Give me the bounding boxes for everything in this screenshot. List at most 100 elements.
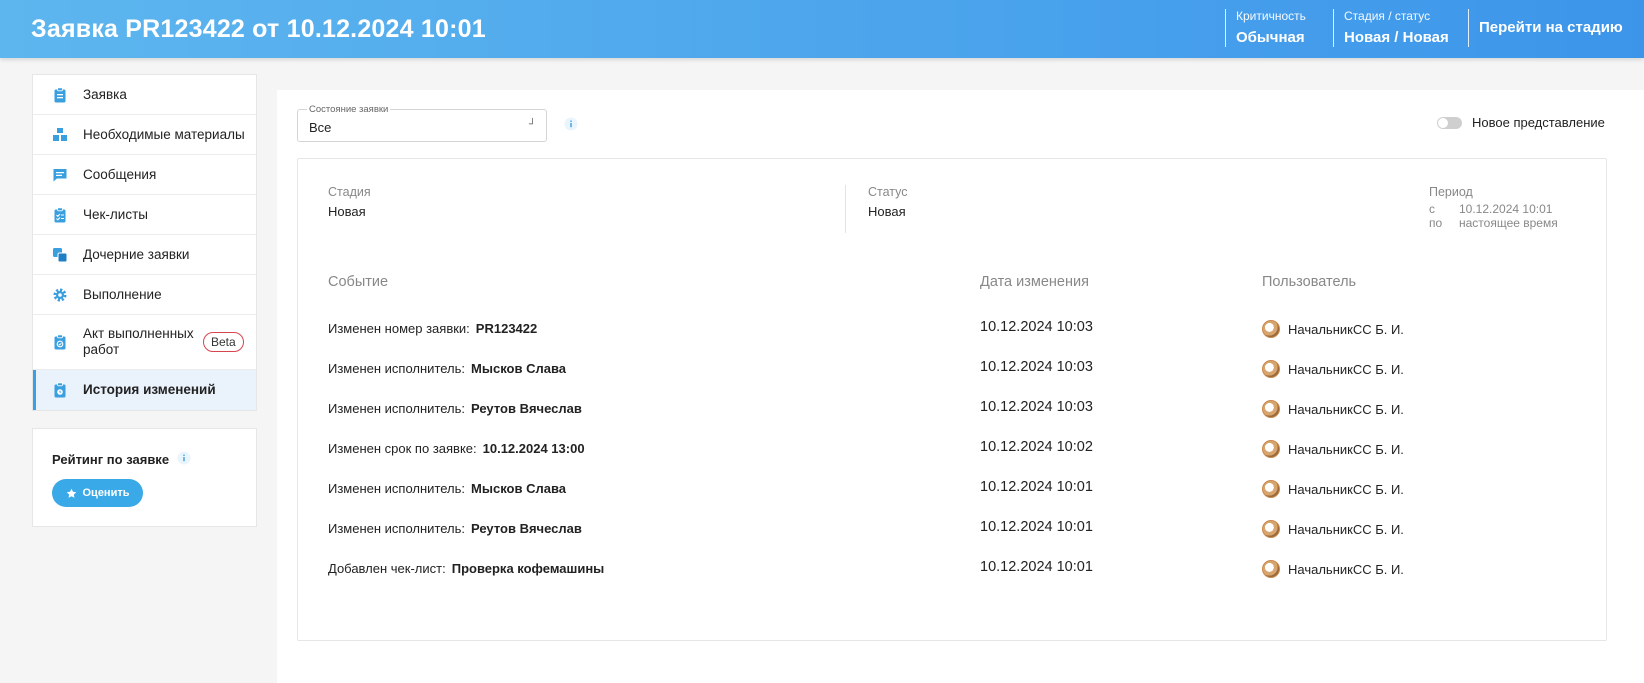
- avatar: [1262, 400, 1280, 418]
- table-row: Изменен номер заявки: PR123422 10.12.2024…: [298, 319, 1606, 361]
- page-title: Заявка PR123422 от 10.12.2024 10:01: [31, 15, 486, 43]
- gear-icon: [53, 288, 67, 301]
- user-cell: НачальникСС Б. И.: [1262, 560, 1404, 578]
- rate-button-label: Оценить: [82, 487, 130, 499]
- date-cell: 10.12.2024 10:03: [980, 359, 1093, 375]
- user-cell: НачальникСС Б. И.: [1262, 440, 1404, 458]
- checklist-icon: [54, 206, 66, 222]
- goto-stage-button[interactable]: Перейти на стадию: [1468, 9, 1623, 47]
- main-content: Состояние заявки Все ┘ Новое представлен…: [277, 90, 1644, 683]
- stage-label: Стадия: [328, 185, 371, 199]
- event-cell: Изменен срок по заявке: 10.12.2024 13:00: [328, 441, 585, 456]
- request-state-label: Состояние заявки: [307, 104, 391, 115]
- sidebar-item-child-requests[interactable]: Дочерние заявки: [33, 235, 256, 275]
- sidebar-item-history[interactable]: История изменений: [33, 370, 256, 410]
- stage-status-block: Стадия / статус Новая / Новая: [1333, 9, 1449, 47]
- date-cell: 10.12.2024 10:01: [980, 479, 1093, 495]
- sidebar-item-label: Заявка: [83, 86, 127, 102]
- request-state-select[interactable]: Состояние заявки Все ┘: [297, 104, 547, 142]
- user-cell: НачальникСС Б. И.: [1262, 400, 1404, 418]
- child-requests-icon: [53, 247, 68, 262]
- sidebar-item-request[interactable]: Заявка: [33, 75, 256, 115]
- sidebar-item-act[interactable]: Акт выполненных работ Beta: [33, 315, 256, 370]
- stage-info: Стадия Новая: [328, 185, 371, 219]
- table-row: Изменен срок по заявке: 10.12.2024 13:00 …: [298, 439, 1606, 481]
- toggle-switch[interactable]: [1437, 116, 1462, 129]
- column-header-event: Событие: [328, 274, 389, 290]
- date-cell: 10.12.2024 10:01: [980, 559, 1093, 575]
- event-cell: Изменен исполнитель: Мысков Слава: [328, 481, 566, 496]
- sidebar-item-label: Чек-листы: [83, 206, 148, 222]
- event-cell: Изменен исполнитель: Реутов Вячеслав: [328, 521, 582, 536]
- stage-status-label: Стадия / статус: [1344, 9, 1431, 23]
- avatar: [1262, 520, 1280, 538]
- avatar: [1262, 560, 1280, 578]
- sidebar-item-materials[interactable]: Необходимые материалы: [33, 115, 256, 155]
- history-icon: [54, 382, 66, 398]
- avatar: [1262, 440, 1280, 458]
- user-cell: НачальникСС Б. И.: [1262, 360, 1404, 378]
- avatar: [1262, 360, 1280, 378]
- criticality-label: Критичность: [1236, 9, 1306, 23]
- sidebar-item-checklists[interactable]: Чек-листы: [33, 195, 256, 235]
- table-row: Изменен исполнитель: Реутов Вячеслав 10.1…: [298, 519, 1606, 561]
- history-card: Стадия Новая Статус Новая Период с 10.12…: [297, 158, 1607, 641]
- beta-badge: Beta: [203, 332, 244, 352]
- date-cell: 10.12.2024 10:03: [980, 399, 1093, 415]
- sidebar-item-label: История изменений: [83, 382, 216, 397]
- table-row: Изменен исполнитель: Реутов Вячеслав 10.1…: [298, 399, 1606, 441]
- event-cell: Добавлен чек-лист: Проверка кофемашины: [328, 561, 605, 576]
- divider: [845, 185, 846, 233]
- date-cell: 10.12.2024 10:02: [980, 439, 1093, 455]
- sidebar-item-label: Сообщения: [83, 166, 157, 182]
- boxes-icon: [53, 127, 67, 141]
- status-info: Статус Новая: [868, 185, 908, 219]
- table-row: Добавлен чек-лист: Проверка кофемашины 10…: [298, 559, 1606, 601]
- user-cell: НачальникСС Б. И.: [1262, 480, 1404, 498]
- rate-button[interactable]: Оценить: [52, 479, 143, 507]
- star-icon: [66, 488, 76, 498]
- date-cell: 10.12.2024 10:03: [980, 319, 1093, 335]
- sidebar-item-execution[interactable]: Выполнение: [33, 275, 256, 315]
- criticality-block: Критичность Обычная: [1225, 9, 1306, 47]
- user-cell: НачальникСС Б. И.: [1262, 520, 1404, 538]
- stage-status-value: Новая / Новая: [1344, 29, 1449, 46]
- event-cell: Изменен исполнитель: Мысков Слава: [328, 361, 566, 376]
- sidebar-item-messages[interactable]: Сообщения: [33, 155, 256, 195]
- message-icon: [53, 168, 67, 181]
- date-cell: 10.12.2024 10:01: [980, 519, 1093, 535]
- table-row: Изменен исполнитель: Мысков Слава 10.12.2…: [298, 359, 1606, 401]
- chevron-down-icon: ┘: [528, 119, 536, 130]
- sidebar-nav: Заявка Необходимые материалы Сообщения Ч…: [32, 74, 257, 411]
- info-icon[interactable]: [177, 451, 191, 465]
- new-view-toggle[interactable]: Новое представление: [1437, 115, 1605, 130]
- event-cell: Изменен исполнитель: Реутов Вячеслав: [328, 401, 582, 416]
- stage-value: Новая: [328, 204, 366, 219]
- column-header-date: Дата изменения: [980, 274, 1089, 290]
- avatar: [1262, 480, 1280, 498]
- period-to-value: настоящее время: [1459, 216, 1558, 230]
- app-header: Заявка PR123422 от 10.12.2024 10:01 Крит…: [0, 0, 1644, 58]
- info-icon[interactable]: [564, 117, 578, 131]
- rating-panel: Рейтинг по заявке Оценить: [32, 428, 257, 527]
- column-header-user: Пользователь: [1262, 274, 1357, 290]
- period-from-value: 10.12.2024 10:01: [1459, 202, 1553, 216]
- period-from-label: с: [1429, 202, 1435, 216]
- status-label: Статус: [868, 185, 908, 199]
- sidebar-item-label: Необходимые материалы: [83, 126, 245, 142]
- sidebar-item-label: Акт выполненных работ: [83, 326, 194, 357]
- new-view-label: Новое представление: [1472, 115, 1605, 130]
- table-row: Изменен исполнитель: Мысков Слава 10.12.2…: [298, 479, 1606, 521]
- status-value: Новая: [868, 204, 906, 219]
- criticality-value: Обычная: [1236, 29, 1305, 46]
- act-icon: [54, 334, 66, 350]
- period-label: Период: [1429, 185, 1473, 199]
- sidebar-item-label: Выполнение: [83, 286, 162, 302]
- clipboard-icon: [54, 86, 66, 102]
- period-info: Период с 10.12.2024 10:01 по настоящее в…: [1429, 185, 1558, 229]
- request-state-value: Все: [309, 120, 332, 135]
- rating-title: Рейтинг по заявке: [52, 452, 170, 467]
- period-to-label: по: [1429, 216, 1443, 230]
- sidebar-item-label: Дочерние заявки: [83, 246, 190, 262]
- user-cell: НачальникСС Б. И.: [1262, 320, 1404, 338]
